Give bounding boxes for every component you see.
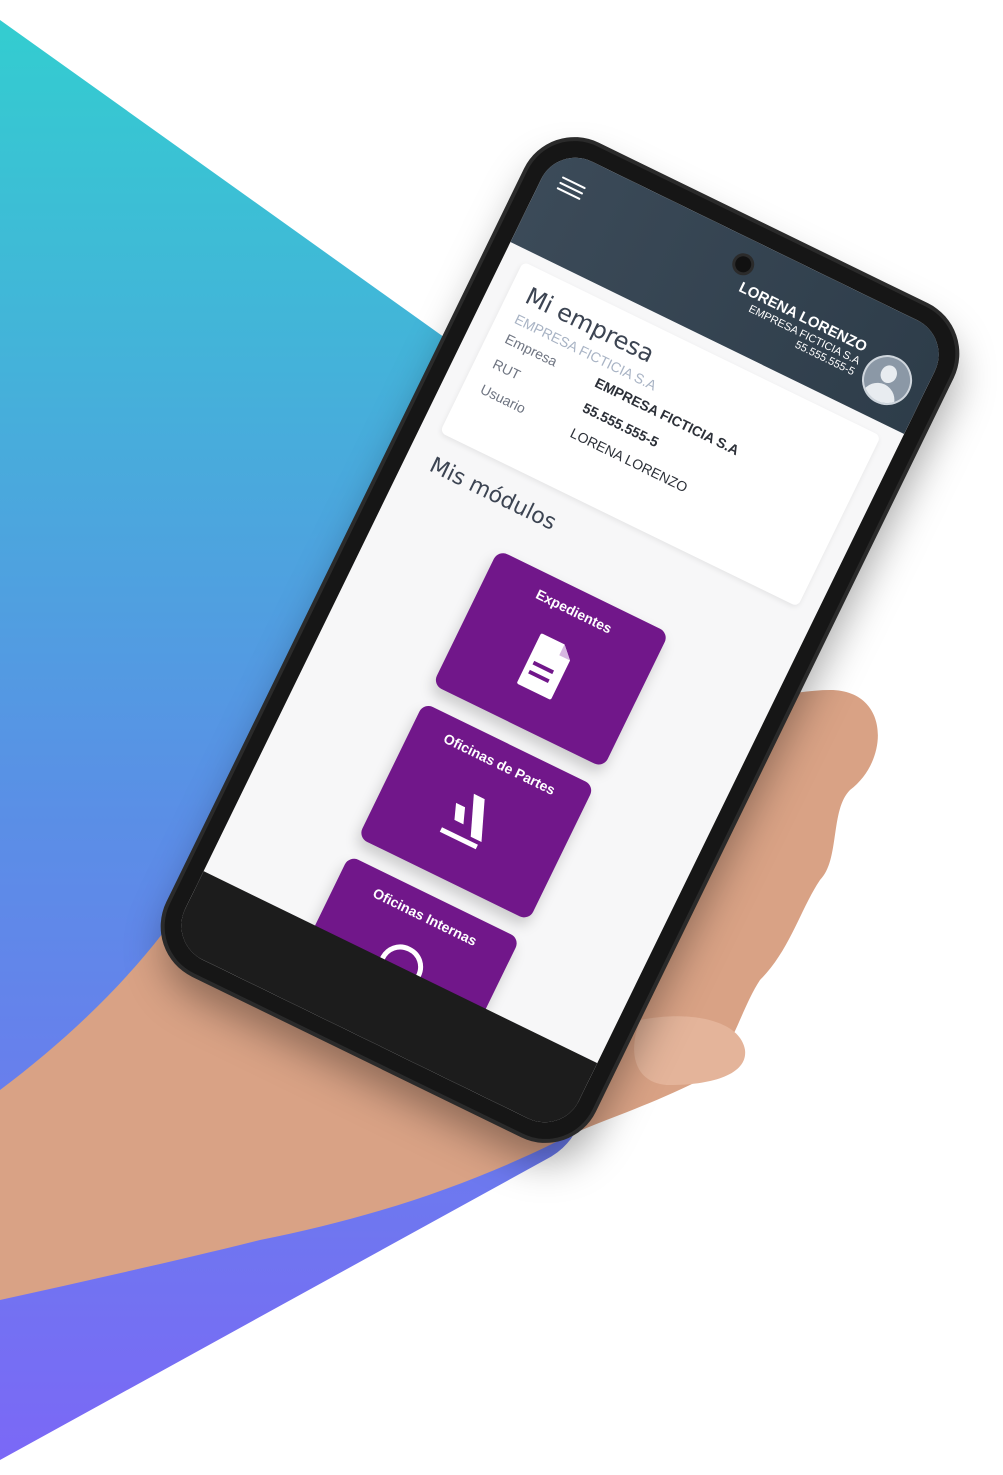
gavel-icon [439,793,485,850]
user-avatar-icon[interactable] [853,346,921,414]
front-camera [732,253,754,276]
rut-row-label: RUT [490,355,524,383]
document-icon [517,633,571,700]
avatar-body [859,377,901,414]
user-info[interactable]: LORENA LORENZO EMPRESA FICTICIA S.A 55.5… [725,279,870,378]
hamburger-menu-button[interactable] [555,173,588,204]
